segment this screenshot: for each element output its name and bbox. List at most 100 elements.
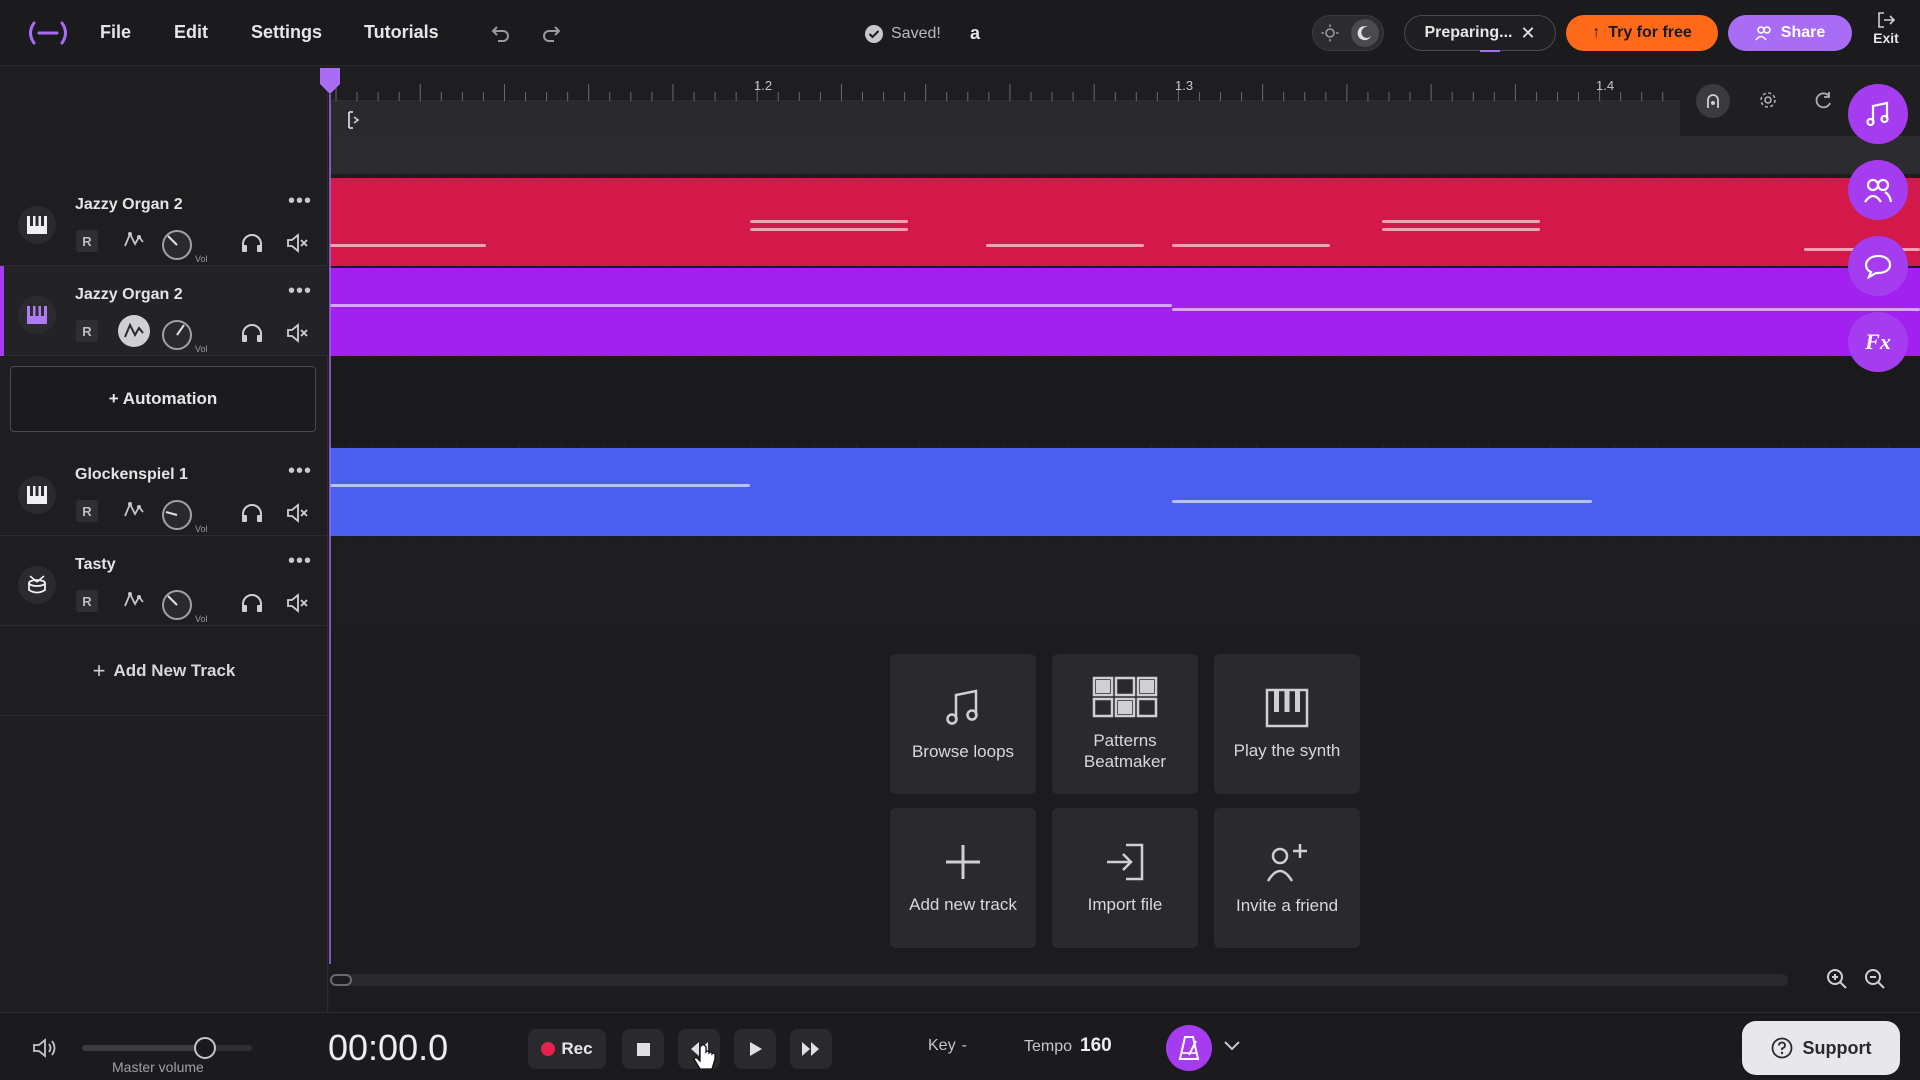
loop-start-icon[interactable] [346,110,362,130]
metronome-button[interactable] [1166,1025,1212,1071]
metronome-lock-icon[interactable] [1696,84,1730,118]
track-name[interactable]: Jazzy Organ 2 [75,196,183,214]
daw-logo-icon[interactable] [26,20,70,46]
fx-icon[interactable]: Fx [1848,312,1908,372]
support-button[interactable]: Support [1742,1021,1900,1075]
zoom-in-icon[interactable] [1826,968,1848,990]
key-selector[interactable]: Key - [928,1037,967,1055]
browse-loops-card[interactable]: Browse loops [890,654,1036,794]
tasty-lane[interactable] [330,538,1920,626]
arrow-up-icon: ↑ [1592,24,1601,41]
more-icon[interactable]: ••• [288,460,312,483]
import-file-card[interactable]: Import file [1052,808,1198,948]
track-name[interactable]: Tasty [75,556,116,574]
master-volume-thumb[interactable] [194,1037,216,1059]
redo-icon[interactable] [540,22,562,44]
invite-friend-card[interactable]: Invite a friend [1214,808,1360,948]
automation-lane[interactable] [330,358,1920,444]
chevron-down-icon[interactable] [1222,1039,1242,1053]
midi-note [330,304,1172,307]
playhead-handle[interactable] [318,66,342,96]
headphones-icon[interactable] [240,322,264,344]
ruler-marker: 1.2 [754,78,773,93]
mute-icon[interactable] [286,502,310,524]
horizontal-scrollbar[interactable] [330,974,1788,986]
share-user-icon [1755,25,1773,41]
more-icon[interactable]: ••• [288,550,312,573]
clip-jazzy-organ-2-b[interactable] [330,268,1920,356]
selected-indicator [0,266,4,356]
close-icon[interactable]: ✕ [1520,23,1535,44]
automation-wave-icon[interactable] [122,498,146,522]
record-arm-button[interactable]: R [76,320,98,342]
theme-toggle[interactable] [1312,15,1384,51]
speaker-icon[interactable] [32,1037,58,1059]
menu-edit[interactable]: Edit [174,22,208,43]
try-for-free-button[interactable]: ↑ Try for free [1566,15,1718,51]
record-arm-button[interactable]: R [76,500,98,522]
track-row[interactable]: Jazzy Organ 2 ••• R Vol [0,266,328,356]
plus-icon: + [92,657,106,683]
headphones-icon[interactable] [240,592,264,614]
loop-icon[interactable] [1814,90,1834,110]
track-name[interactable]: Glockenspiel 1 [75,466,188,484]
share-button[interactable]: Share [1728,15,1852,51]
add-automation-button[interactable]: + Automation [10,366,316,432]
timeline-ruler[interactable]: 1.2 1.3 1.4 [330,66,1680,136]
zoom-out-icon[interactable] [1864,968,1886,990]
tempo-control[interactable]: Tempo 160 [1024,1035,1112,1057]
play-synth-card[interactable]: Play the synth [1214,654,1360,794]
more-icon[interactable]: ••• [288,280,312,303]
ruler-ticks [330,84,1680,136]
fast-forward-button[interactable] [790,1029,832,1069]
clip-glockenspiel-1[interactable] [330,448,1920,536]
volume-knob[interactable] [160,318,194,352]
menu-tutorials[interactable]: Tutorials [364,22,439,43]
track-row[interactable]: Jazzy Organ 2 ••• R Vol [0,176,328,266]
piano-icon [18,296,56,334]
instrument-icon[interactable] [1848,84,1908,144]
project-name[interactable]: a [970,23,980,44]
record-button[interactable]: Rec [528,1029,606,1069]
chat-icon[interactable] [1848,236,1908,296]
patterns-beatmaker-card[interactable]: Patterns Beatmaker [1052,654,1198,794]
menu-settings[interactable]: Settings [251,22,322,43]
mouse-cursor-icon [692,1043,718,1073]
ruler-marker: 1.3 [1175,78,1194,93]
menu-file[interactable]: File [100,22,131,43]
undo-icon[interactable] [490,22,512,44]
volume-knob[interactable] [160,498,194,532]
scrollbar-thumb[interactable] [330,974,352,986]
track-list: Jazzy Organ 2 ••• R Vol Jazzy Organ 2 ••… [0,66,328,1012]
track-name[interactable]: Jazzy Organ 2 [75,286,183,304]
volume-knob[interactable] [160,228,194,262]
record-arm-button[interactable]: R [76,230,98,252]
play-button[interactable] [734,1029,776,1069]
master-volume-slider[interactable] [82,1037,252,1059]
volume-knob[interactable] [160,588,194,622]
fast-forward-icon [802,1042,819,1056]
mute-icon[interactable] [286,592,310,614]
more-icon[interactable]: ••• [288,190,312,213]
play-icon [750,1042,762,1056]
mute-icon[interactable] [286,322,310,344]
settings-gear-icon[interactable] [1758,90,1778,110]
clip-jazzy-organ-2-a[interactable] [330,178,1920,266]
arrangement-area[interactable]: Browse loops Patterns Beatmaker Play the… [330,136,1920,1012]
automation-wave-icon[interactable] [122,228,146,252]
record-arm-button[interactable]: R [76,590,98,612]
mute-icon[interactable] [286,232,310,254]
stop-button[interactable] [622,1029,664,1069]
add-new-track-button[interactable]: + Add New Track [0,626,328,716]
automation-wave-icon[interactable] [117,314,151,348]
headphones-icon[interactable] [240,502,264,524]
preparing-button[interactable]: Preparing... ✕ [1404,15,1556,51]
exit-button[interactable]: Exit [1866,10,1906,48]
track-row[interactable]: Tasty ••• R Vol [0,536,328,626]
add-new-track-card[interactable]: Add new track [890,808,1036,948]
automation-wave-icon[interactable] [122,588,146,612]
record-dot-icon [541,1042,556,1056]
headphones-icon[interactable] [240,232,264,254]
track-row[interactable]: Glockenspiel 1 ••• R Vol [0,446,328,536]
collaborators-icon[interactable] [1848,160,1908,220]
